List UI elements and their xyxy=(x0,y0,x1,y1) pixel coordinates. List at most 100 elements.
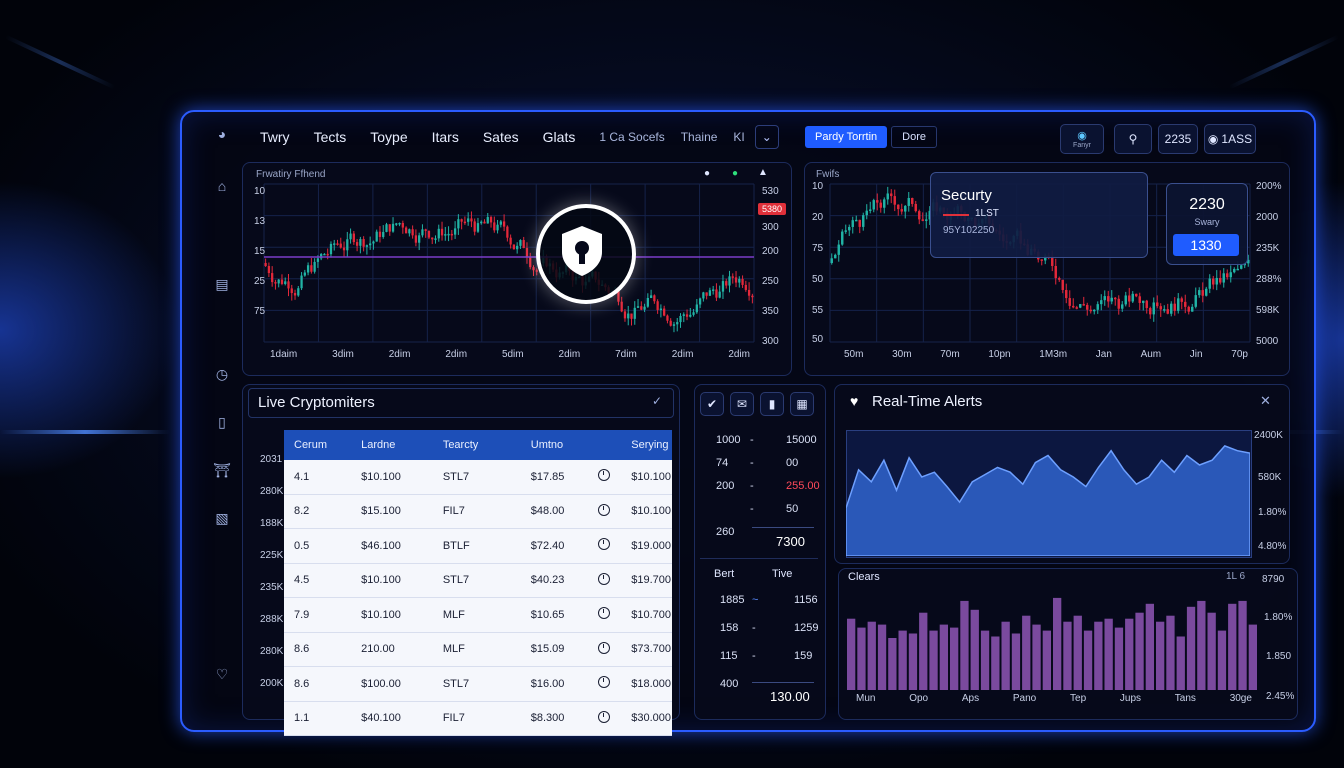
tab-6[interactable]: Glats xyxy=(543,129,576,145)
candle-body[interactable] xyxy=(339,243,342,248)
candle-body[interactable] xyxy=(646,297,649,307)
candle-body[interactable] xyxy=(712,289,715,291)
candle-body[interactable] xyxy=(1138,296,1141,303)
candle-body[interactable] xyxy=(460,219,463,222)
candle-body[interactable] xyxy=(512,244,516,250)
candle-body[interactable] xyxy=(1089,309,1092,312)
candle-body[interactable] xyxy=(365,245,369,247)
candle-body[interactable] xyxy=(391,223,395,232)
candle-body[interactable] xyxy=(382,231,385,237)
secondary-button[interactable]: Dore xyxy=(891,126,937,148)
table-row[interactable]: 7.9 $10.100 MLF $10.65 $10.700 xyxy=(284,597,672,633)
candle-body[interactable] xyxy=(434,238,437,240)
candle-body[interactable] xyxy=(457,219,460,229)
document-icon[interactable]: ▯ xyxy=(210,414,234,434)
candle-body[interactable] xyxy=(476,223,480,232)
bar[interactable] xyxy=(1104,618,1113,690)
candle-body[interactable] xyxy=(1191,306,1194,312)
candle-body[interactable] xyxy=(1054,265,1057,279)
candle-body[interactable] xyxy=(672,324,676,326)
candle-body[interactable] xyxy=(401,222,404,228)
bar[interactable] xyxy=(919,612,928,690)
candle-body[interactable] xyxy=(731,276,734,278)
tab-1[interactable]: Twry xyxy=(260,129,290,145)
value-b-box[interactable]: ◉ 1ASS xyxy=(1204,124,1256,154)
check-circle-icon[interactable]: ✔ xyxy=(700,392,724,416)
candle-body[interactable] xyxy=(1142,300,1145,303)
bar[interactable] xyxy=(991,636,1000,691)
candle-body[interactable] xyxy=(841,231,844,245)
candle-body[interactable] xyxy=(659,308,663,311)
candle-body[interactable] xyxy=(1208,278,1211,289)
bar[interactable] xyxy=(1238,600,1247,690)
candle-body[interactable] xyxy=(682,314,685,316)
candle-body[interactable] xyxy=(1117,298,1120,309)
mail-icon[interactable]: ✉ xyxy=(730,392,754,416)
candle-body[interactable] xyxy=(721,281,725,292)
close-icon[interactable]: ✕ xyxy=(1260,393,1271,409)
candle-body[interactable] xyxy=(705,292,708,296)
candle-body[interactable] xyxy=(489,217,493,223)
candle-body[interactable] xyxy=(702,292,705,299)
bar[interactable] xyxy=(1063,621,1072,690)
candle-body[interactable] xyxy=(1131,293,1134,302)
candle-body[interactable] xyxy=(453,228,457,235)
table-row[interactable]: 4.1 $10.100 STL7 $17.85 $10.100 xyxy=(284,460,672,495)
candle-body[interactable] xyxy=(323,253,326,256)
bar[interactable] xyxy=(960,600,969,690)
candle-body[interactable] xyxy=(725,281,728,286)
candle-body[interactable] xyxy=(1180,298,1183,302)
column-header[interactable]: Lardne xyxy=(351,430,433,460)
bar[interactable] xyxy=(939,624,948,690)
bar[interactable] xyxy=(1186,606,1196,690)
bar[interactable] xyxy=(898,630,907,690)
candle-body[interactable] xyxy=(914,203,917,212)
candle-body[interactable] xyxy=(1215,277,1218,285)
candle-body[interactable] xyxy=(708,290,712,296)
candle-body[interactable] xyxy=(1187,306,1190,312)
candle-body[interactable] xyxy=(1093,309,1096,312)
candle-body[interactable] xyxy=(483,221,486,224)
quote-button[interactable]: 1330 xyxy=(1173,234,1239,256)
candle-body[interactable] xyxy=(900,209,903,212)
bar[interactable] xyxy=(1032,624,1041,690)
candle-body[interactable] xyxy=(316,258,320,262)
candle-body[interactable] xyxy=(388,224,391,232)
candle-body[interactable] xyxy=(1061,279,1064,290)
candle-body[interactable] xyxy=(649,295,653,298)
candle-body[interactable] xyxy=(519,240,522,246)
candle-body[interactable] xyxy=(349,233,352,240)
account-button[interactable]: ◉ Fanyr xyxy=(1060,124,1104,154)
table-row[interactable]: 8.2 $15.100 FIL7 $48.00 $10.100 xyxy=(284,494,672,529)
candle-body[interactable] xyxy=(921,219,924,221)
candle-body[interactable] xyxy=(450,233,453,236)
candle-body[interactable] xyxy=(372,241,375,244)
candle-body[interactable] xyxy=(897,204,900,210)
candle-body[interactable] xyxy=(431,237,434,240)
candle-body[interactable] xyxy=(369,243,372,246)
candle-body[interactable] xyxy=(473,221,476,232)
value-a-box[interactable]: 2235 xyxy=(1158,124,1198,154)
candle-body[interactable] xyxy=(418,235,421,243)
bar[interactable] xyxy=(867,621,876,690)
candle-body[interactable] xyxy=(741,278,744,285)
check-icon[interactable]: ✓ xyxy=(652,394,662,408)
candle-body[interactable] xyxy=(395,223,398,225)
candle-body[interactable] xyxy=(1128,295,1131,302)
bar[interactable] xyxy=(877,624,887,690)
candle-body[interactable] xyxy=(444,234,447,236)
candle-body[interactable] xyxy=(1156,302,1159,307)
candle-body[interactable] xyxy=(830,258,833,263)
candle-body[interactable] xyxy=(862,215,865,227)
candle-body[interactable] xyxy=(744,284,747,290)
candle-body[interactable] xyxy=(408,229,411,234)
bar[interactable] xyxy=(950,627,959,690)
bar[interactable] xyxy=(1114,627,1124,690)
candle-body[interactable] xyxy=(1072,305,1075,308)
bar[interactable] xyxy=(1042,630,1051,690)
bar[interactable] xyxy=(1207,612,1216,690)
candle-body[interactable] xyxy=(751,295,754,298)
candle-body[interactable] xyxy=(529,257,532,268)
candle-body[interactable] xyxy=(313,261,316,272)
candle-body[interactable] xyxy=(398,222,401,225)
